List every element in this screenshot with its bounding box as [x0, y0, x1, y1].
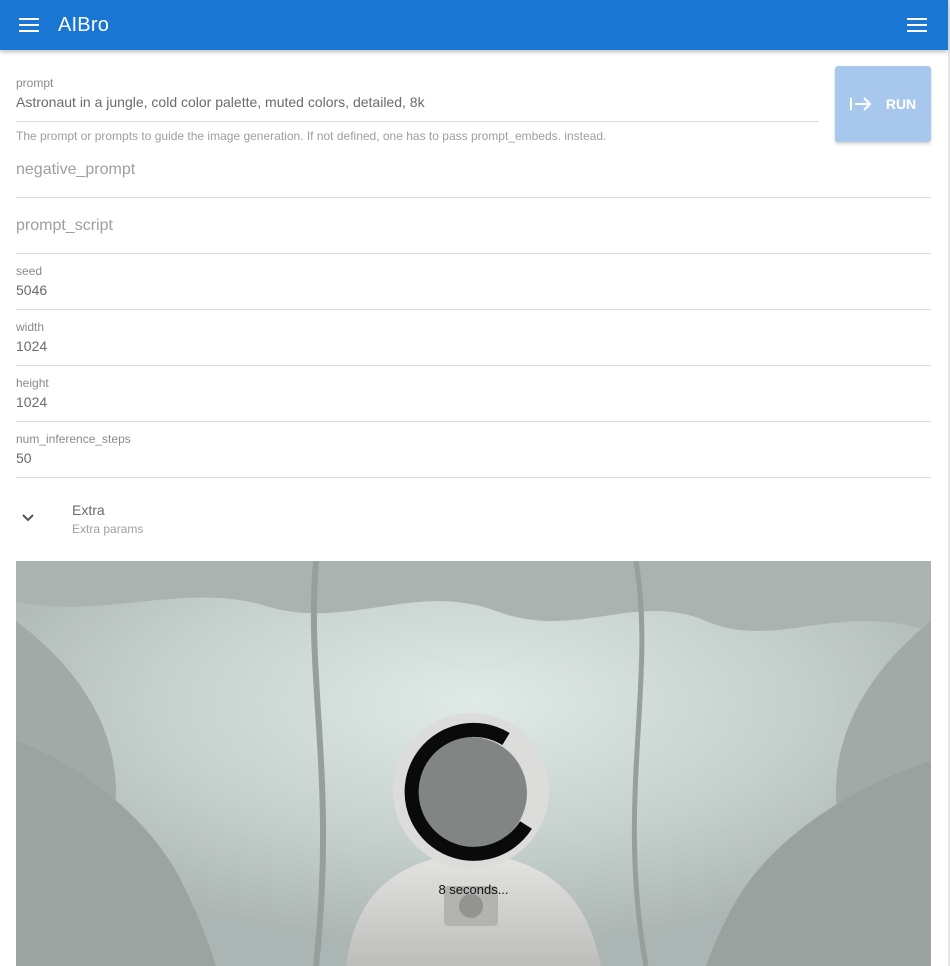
chevron-down-icon[interactable] — [20, 510, 36, 531]
seed-label: seed — [16, 264, 43, 278]
prompt-input[interactable]: Astronaut in a jungle, cold color palett… — [16, 94, 425, 110]
run-label: RUN — [885, 96, 917, 112]
prompt-script-field[interactable]: prompt_script — [16, 204, 931, 254]
prompt-script-input[interactable]: prompt_script — [16, 217, 113, 235]
arrow-right-to-line-icon — [849, 97, 872, 111]
height-input[interactable]: 1024 — [16, 394, 47, 410]
loading-spinner-icon — [404, 722, 532, 861]
seed-field[interactable]: seed 5046 — [16, 260, 931, 310]
negative-prompt-field[interactable]: negative_prompt — [16, 148, 931, 198]
width-label: width — [16, 320, 45, 334]
extra-subtitle: Extra params — [72, 522, 144, 536]
num-inference-steps-label: num_inference_steps — [16, 432, 131, 446]
menu-icon[interactable] — [14, 10, 44, 40]
progress-text: 8 seconds... — [438, 882, 509, 897]
app-bar: AIBro — [0, 0, 948, 50]
extra-title: Extra — [72, 502, 105, 518]
prompt-label: prompt — [16, 76, 54, 90]
width-field[interactable]: width 1024 — [16, 316, 931, 366]
seed-input[interactable]: 5046 — [16, 282, 47, 298]
prompt-field[interactable]: prompt Astronaut in a jungle, cold color… — [16, 74, 819, 122]
num-inference-steps-field[interactable]: num_inference_steps 50 — [16, 428, 931, 478]
prompt-hint: The prompt or prompts to guide the image… — [16, 129, 607, 143]
extra-expansion[interactable]: Extra Extra params — [16, 498, 931, 546]
width-input[interactable]: 1024 — [16, 338, 47, 354]
height-field[interactable]: height 1024 — [16, 372, 931, 422]
num-inference-steps-input[interactable]: 50 — [16, 450, 32, 466]
negative-prompt-input[interactable]: negative_prompt — [16, 161, 135, 179]
app-title: AIBro — [58, 13, 110, 36]
run-button[interactable]: RUN — [835, 66, 931, 142]
menu-icon[interactable] — [902, 10, 932, 40]
height-label: height — [16, 376, 49, 390]
result-image-panel: 8 seconds... — [16, 561, 931, 966]
